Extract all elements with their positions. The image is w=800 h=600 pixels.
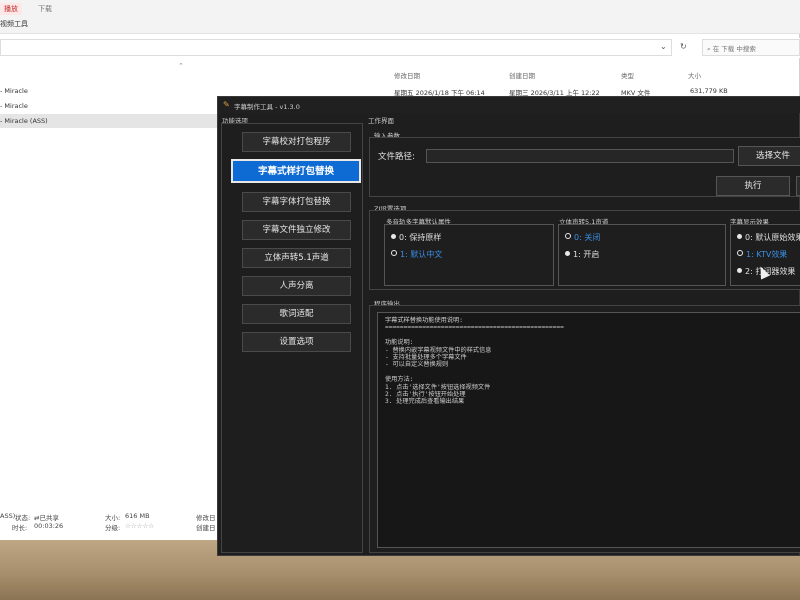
extra-button[interactable] [796,176,800,196]
title-bar[interactable]: ✎ 字幕制作工具 - v1.3.0 [218,97,800,113]
output-line: 使用方法: [385,376,414,384]
output-text-area[interactable]: 字幕式样替换功能使用说明: ===========================… [377,312,800,548]
option-stereo-box: 0: 关闭 1: 开启 [558,224,726,286]
output-line: 字幕式样替换功能使用说明: [385,317,463,324]
radio-stereo-off[interactable]: 0: 关闭 [565,232,600,243]
size-value: 616 MB [125,512,150,520]
search-placeholder: 在 下载 中搜索 [712,45,756,53]
column-date-created[interactable]: 创建日期 [509,70,535,80]
radio-dot [737,268,742,273]
column-date-modified[interactable]: 修改日期 [394,70,420,80]
menu-subtitle-font-replace[interactable]: 字幕字体打包替换 [242,192,351,212]
function-panel: 字幕校对打包程序 字幕式样打包替换 字幕字体打包替换 字幕文件独立修改 立体声转… [221,123,363,553]
output-line: ========================================… [385,324,564,332]
menu-stereo-to-51[interactable]: 立体声转5.1声道 [242,248,351,268]
file-name: - Miracle [0,102,28,110]
tab-download[interactable]: 下载 [34,3,56,15]
radio-default-chinese[interactable]: 1: 默认中文 [391,249,442,260]
ribbon-tools: 视频工具 [0,16,800,34]
output-line: 功能说明: [385,339,414,347]
app-icon: ✎ [223,100,230,109]
radio-dot [737,250,743,256]
address-bar[interactable] [0,39,672,56]
menu-vocal-separation[interactable]: 人声分离 [242,276,351,296]
menu-subtitle-proofread-pack[interactable]: 字幕校对打包程序 [242,132,351,152]
sort-caret-icon: ⌃ [178,62,184,70]
video-tools-label[interactable]: 视频工具 [0,19,28,29]
radio-dot [391,234,396,239]
settings-group: 多音轨多字幕默认属性 0: 保持原样 1: 默认中文 立体声转5.1声道 0: … [369,210,800,290]
state-value: ⇄已共享 [34,514,59,522]
radio-stereo-on[interactable]: 1: 开启 [565,249,599,260]
details-file-name: ASS) [0,512,16,520]
rating-stars[interactable]: ☆☆☆☆☆ [125,522,154,530]
search-input[interactable]: ⌕ 在 下载 中搜索 [702,39,800,56]
select-file-button[interactable]: 选择文件 [738,146,800,166]
radio-dot [391,250,397,256]
file-size: 631,779 KB [690,87,728,95]
menu-subtitle-style-replace[interactable]: 字幕式样打包替换 [231,159,361,183]
input-group: 文件路径: 选择文件 执行 [369,137,800,197]
duration-label: 时长: [12,524,28,532]
file-path-label: 文件路径: [378,152,415,162]
tab-play[interactable]: 播放 [0,3,22,15]
state-label: 状态: [15,514,31,522]
ribbon-tabs: 播放 下载 [0,0,800,16]
created-label: 创建日 [196,524,216,532]
work-area-label: 工作界面 [368,117,394,125]
execute-button[interactable]: 执行 [716,176,790,196]
radio-dot [565,233,571,239]
duration-value: 00:03:26 [34,522,64,530]
subtitle-tool-window[interactable]: ✎ 字幕制作工具 - v1.3.0 功能选项 工作界面 字幕校对打包程序 字幕式… [217,96,800,556]
menu-settings[interactable]: 设置选项 [242,332,351,352]
menu-lyrics-adapt[interactable]: 歌词适配 [242,304,351,324]
file-path-input[interactable] [426,149,734,163]
modified-label: 修改日 [196,514,216,522]
chevron-down-icon[interactable]: ⌄ [660,42,667,51]
file-name: - Miracle [0,87,28,95]
option-default-track-box: 0: 保持原样 1: 默认中文 [384,224,554,286]
radio-dot [565,251,570,256]
rating-label: 分级: [105,524,121,532]
column-type[interactable]: 类型 [621,70,634,80]
window-title: 字幕制作工具 - v1.3.0 [234,103,300,111]
column-size[interactable]: 大小 [688,70,701,80]
radio-effect-default[interactable]: 0: 默认原始效果 [737,232,800,243]
output-line: 1. 点击'选择文件'按钮选择视频文件 [385,383,491,391]
output-line: - 替换内嵌字幕视频文件中的样式信息 [385,346,492,354]
radio-dot [737,234,742,239]
radio-keep-original[interactable]: 0: 保持原样 [391,232,441,243]
output-group: 字幕式样替换功能使用说明: ===========================… [369,305,800,553]
menu-subtitle-independent-edit[interactable]: 字幕文件独立修改 [242,220,351,240]
refresh-icon[interactable]: ↻ [680,42,687,51]
output-line: 3. 处理完成后查看输出结果 [385,398,465,406]
file-name: - Miracle (ASS) [0,117,48,125]
output-line: - 可以自定义替换规则 [385,361,449,369]
radio-effect-ktv[interactable]: 1: KTV效果 [737,249,787,260]
address-row: ⌄ ↻ ⌕ 在 下载 中搜索 [0,38,800,58]
size-label: 大小: [105,514,121,522]
